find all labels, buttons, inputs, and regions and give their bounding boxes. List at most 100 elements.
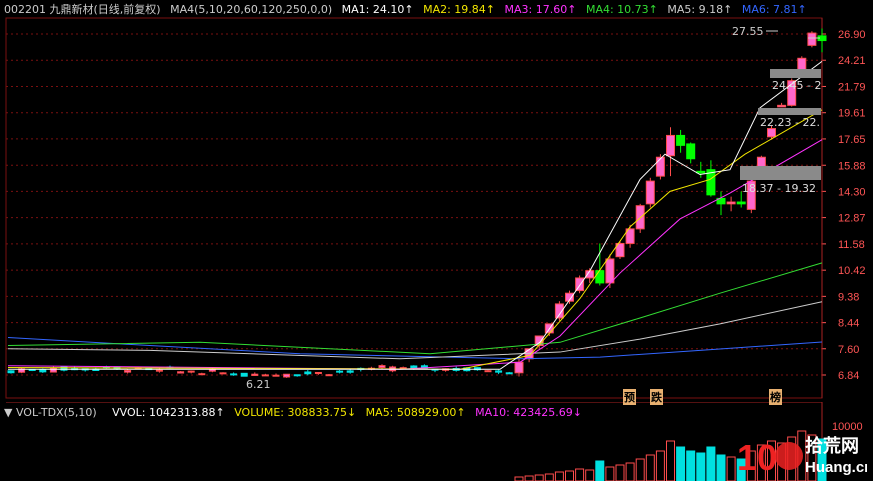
ma3-value: MA3: 17.60↑ — [504, 3, 577, 16]
stock-title: 002201 九鼎新材(日线,前复权) — [4, 3, 161, 16]
candle-body — [378, 365, 386, 368]
candle-body — [219, 372, 227, 375]
ma4-value: MA4: 10.73↑ — [585, 3, 658, 16]
volume-bar — [524, 475, 534, 481]
price-tick-label: 9.38 — [838, 291, 859, 303]
price-tick-label: 6.84 — [838, 370, 859, 382]
candle-body — [736, 201, 746, 205]
candle-body — [645, 180, 655, 205]
candle-body — [686, 143, 696, 160]
price-frame — [5, 17, 823, 399]
candle-body — [325, 374, 333, 377]
candle-body — [293, 374, 301, 377]
candle-body — [514, 361, 524, 374]
candle-body — [198, 373, 206, 376]
gap-box-1 — [770, 69, 821, 78]
ma-params: MA4(5,10,20,60,120,250,0,0) — [170, 3, 333, 16]
vol-ma10-value: MA10: 423425.69↓ — [475, 406, 583, 419]
volume-bar — [696, 452, 706, 481]
price-tick-label: 12.87 — [838, 213, 866, 225]
candle-body — [505, 372, 513, 375]
high-label: 27.55 — [732, 25, 764, 38]
volume-bar — [666, 440, 675, 481]
price-tick-label: 14.30 — [838, 186, 866, 198]
candle-body — [676, 134, 686, 146]
candle-body — [261, 374, 269, 377]
wm-domain: Huang.cn — [805, 459, 867, 476]
volume-bar — [514, 476, 524, 481]
volume-bar — [645, 454, 655, 481]
price-tick-label: 21.79 — [838, 81, 866, 93]
volume-bar — [544, 473, 554, 481]
volume-bar — [676, 446, 686, 481]
candle-body — [595, 270, 605, 284]
gap-label-2: 22.23 - 22. — [760, 116, 820, 129]
ma6-line — [7, 337, 823, 360]
volume-bar — [635, 458, 645, 481]
candle-body — [7, 370, 15, 374]
price-tick-label: 26.90 — [838, 29, 866, 41]
price-tick-label: 24.21 — [838, 55, 866, 67]
candle-body — [251, 373, 259, 376]
price-tick-label: 17.65 — [838, 134, 866, 146]
marker-die[interactable]: 跌 — [650, 389, 663, 405]
price-tick-label: 19.61 — [838, 108, 866, 120]
candle-body — [655, 156, 665, 177]
price-tick-label: 15.88 — [838, 160, 866, 172]
price-header: 002201 九鼎新材(日线,前复权) MA4(5,10,20,60,120,2… — [4, 2, 813, 18]
watermark-logo: 10 拾荒网 Huang.cn — [737, 430, 873, 478]
volume-bar — [554, 471, 564, 481]
candle-body — [346, 370, 354, 373]
candle-body — [726, 201, 736, 205]
ma1-line — [8, 60, 823, 370]
candle-body — [155, 369, 163, 372]
candle-body — [605, 258, 615, 284]
price-tick-label: 8.44 — [838, 318, 859, 330]
volume-bar — [595, 460, 605, 481]
volume-bar — [625, 462, 635, 481]
gap-box-2 — [758, 108, 821, 115]
gap-label-3: 18.37 - 19.32 — [742, 182, 816, 195]
wm-ten: 10 — [737, 437, 777, 476]
wm-circle — [775, 442, 803, 470]
candle-body — [336, 370, 344, 373]
candle-body — [124, 370, 132, 373]
candle-body — [240, 372, 248, 377]
candle-body — [230, 373, 238, 376]
ma2-value: MA2: 19.84↑ — [423, 3, 496, 16]
candle-body — [495, 370, 503, 373]
volume-value: VOLUME: 308833.75↓ — [234, 406, 357, 419]
volume-bar — [706, 446, 716, 481]
ma4-line — [7, 262, 823, 355]
candle-body — [767, 128, 776, 138]
volume-header: ▼ VOL-TDX(5,10) VVOL: 1042313.88↑ VOLUME… — [4, 406, 588, 420]
marker-yu[interactable]: 预 — [623, 389, 636, 405]
gap-label-1: 24.45 - 2 — [772, 79, 822, 92]
volume-bar — [615, 464, 625, 481]
volume-bar — [655, 450, 665, 481]
watermark-graphic: 10 拾荒网 Huang.cn — [737, 435, 873, 478]
candle-body — [696, 170, 706, 174]
volume-bar — [575, 468, 585, 481]
price-chart[interactable]: 26.90 24.21 21.79 19.61 17.65 15.88 14.30 12.87… — [0, 0, 873, 402]
candle-body — [314, 371, 322, 374]
candle-body — [187, 370, 195, 373]
vol-ma5-value: MA5: 508929.00↑ — [365, 406, 466, 419]
ma6-value: MA6: 7.81↑ — [741, 3, 807, 16]
ma2-line — [7, 109, 823, 370]
candle-body — [39, 369, 47, 373]
gap-box-3 — [740, 166, 821, 180]
marker-bang[interactable]: 榜 — [769, 389, 782, 405]
volume-bar — [726, 456, 736, 481]
candle-body — [177, 371, 185, 374]
candle-body — [666, 134, 675, 157]
volume-bar — [716, 454, 726, 481]
wm-site-name: 拾荒网 — [805, 435, 859, 457]
ma1-value: MA1: 24.10↑ — [341, 3, 414, 16]
vol-indicator-label: VOL-TDX(5,10) — [15, 406, 97, 419]
ma5-value: MA5: 9.18↑ — [667, 3, 733, 16]
vvol-value: VVOL: 1042313.88↑ — [112, 406, 225, 419]
volume-bar — [565, 470, 574, 481]
volume-bar — [605, 466, 615, 481]
price-tick-label: 10.42 — [838, 265, 866, 277]
